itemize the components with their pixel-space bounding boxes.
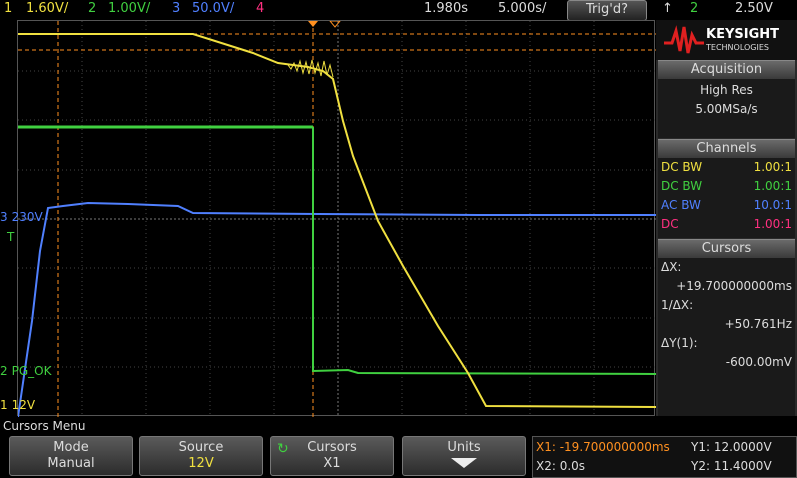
- waveform-display[interactable]: [17, 20, 656, 417]
- delta-x-label: ΔX:: [661, 260, 682, 274]
- waveform-svg: [18, 21, 656, 417]
- ch3-ground-marker[interactable]: 3 230V: [0, 210, 43, 224]
- trigger-channel[interactable]: 2: [690, 1, 698, 16]
- trigger-position-marker: [308, 21, 318, 27]
- trig-status-button[interactable]: Trig'd?: [567, 0, 647, 21]
- delta-y-label: ΔY(1):: [661, 336, 698, 350]
- ch1-number[interactable]: 1: [4, 1, 12, 16]
- ch3-trace: [18, 201, 656, 417]
- ch1-ground-marker[interactable]: 1 12V: [0, 398, 35, 412]
- cursors-label: Cursors: [307, 440, 357, 455]
- acquisition-title[interactable]: Acquisition: [658, 60, 795, 79]
- acquisition-mode: High Res: [700, 83, 753, 97]
- ch3-scale[interactable]: 50.0V/: [192, 1, 234, 16]
- ch2-ground-marker[interactable]: 2 PG_OK: [0, 364, 52, 378]
- submenu-arrow-icon: [451, 458, 477, 468]
- acquisition-rate: 5.00MSa/s: [695, 102, 758, 116]
- inverse-delta-x-label: 1/ΔX:: [661, 298, 694, 312]
- channel-row[interactable]: DC 1.00:1: [658, 215, 795, 234]
- brand-sub: TECHNOLOGIES: [706, 43, 769, 52]
- status-bar: 1 1.60V/ 2 1.00V/ 3 50.0V/ 4 1.980s 5.00…: [0, 0, 797, 21]
- cursors-title[interactable]: Cursors: [658, 239, 795, 258]
- delta-x-value: +19.700000000ms: [676, 279, 792, 293]
- mode-value: Manual: [47, 456, 95, 471]
- source-softkey[interactable]: Source 12V: [139, 436, 263, 476]
- channel-row[interactable]: AC BW 10.0:1: [658, 196, 795, 215]
- ch2-number[interactable]: 2: [88, 1, 96, 16]
- ch1-scale[interactable]: 1.60V/: [26, 1, 68, 16]
- x2-readout: X2: 0.0s: [536, 459, 586, 473]
- keysight-logo: KEYSIGHT TECHNOLOGIES: [656, 20, 797, 60]
- source-label: Source: [178, 440, 224, 455]
- cursors-body: ΔX: +19.700000000ms 1/ΔX: +50.761Hz ΔY(1…: [658, 258, 795, 416]
- units-label: Units: [447, 440, 481, 455]
- x1-readout: X1: -19.700000000ms: [536, 440, 670, 454]
- cursors-softkey[interactable]: ↻ Cursors X1: [270, 436, 394, 476]
- side-panel: KEYSIGHT TECHNOLOGIES Acquisition High R…: [656, 20, 797, 416]
- y1-readout: Y1: 12.0000V: [691, 440, 772, 454]
- rotate-knob-icon: ↻: [277, 441, 289, 457]
- time-delay[interactable]: 1.980s: [424, 1, 468, 16]
- trig-status-label: Trig'd?: [586, 2, 628, 17]
- delta-y-value: -600.00mV: [725, 355, 792, 369]
- channels-list: DC BW 1.00:1 DC BW 1.00:1 AC BW 10.0:1 D…: [658, 158, 795, 238]
- mode-softkey[interactable]: Mode Manual: [9, 436, 133, 476]
- units-softkey[interactable]: Units: [402, 436, 526, 476]
- ch4-number[interactable]: 4: [256, 1, 264, 16]
- source-value: 12V: [188, 456, 214, 471]
- cursor-readout: X1: -19.700000000ms X2: 0.0s Y1: 12.0000…: [532, 436, 797, 478]
- ch2-trace-high: [312, 127, 656, 375]
- brand-name: KEYSIGHT: [706, 27, 779, 42]
- grid: [18, 21, 656, 417]
- inverse-delta-x-value: +50.761Hz: [724, 317, 792, 331]
- ch3-number[interactable]: 3: [172, 1, 180, 16]
- channel-row[interactable]: DC BW 1.00:1: [658, 158, 795, 177]
- mode-label: Mode: [53, 440, 89, 455]
- trigger-level-marker[interactable]: T: [7, 230, 14, 244]
- acquisition-body: High Res 5.00MSa/s: [658, 79, 795, 138]
- keysight-wave-icon: [664, 25, 704, 54]
- trigger-level[interactable]: 2.50V: [735, 1, 773, 16]
- channels-title[interactable]: Channels: [658, 139, 795, 158]
- timebase[interactable]: 5.000s/: [498, 1, 546, 16]
- ch2-scale[interactable]: 1.00V/: [108, 1, 150, 16]
- ch1-trace: [18, 33, 656, 408]
- menu-title: Cursors Menu: [0, 417, 797, 435]
- cursors-value: X1: [323, 456, 341, 471]
- trigger-edge-icon: ↑: [662, 1, 673, 16]
- channel-row[interactable]: DC BW 1.00:1: [658, 177, 795, 196]
- y2-readout: Y2: 11.4000V: [691, 459, 772, 473]
